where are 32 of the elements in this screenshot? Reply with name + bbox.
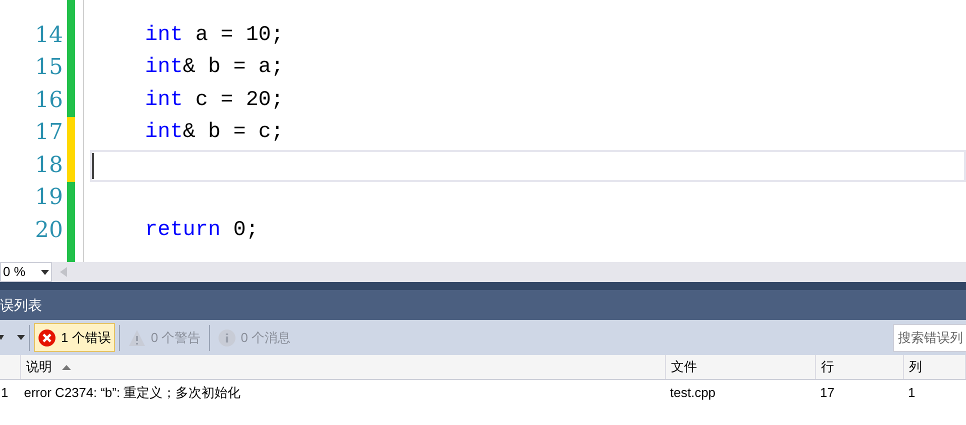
line-number: 20 (35, 216, 64, 244)
code-line: int& b = a; (145, 55, 284, 81)
table-cell-text: 17 (819, 384, 836, 402)
filter-button[interactable]: 1 个错误 (34, 323, 115, 352)
code-line: int a = 10; (145, 22, 284, 48)
code-line: int& b = c; (145, 120, 284, 146)
sort-icon (62, 364, 71, 370)
caret-icon[interactable] (17, 335, 25, 340)
table-cell-text: error C2374: “b”: 重定义；多次初始化 (23, 384, 242, 402)
line-number: 18 (35, 152, 64, 180)
column-header[interactable]: 行 (816, 355, 904, 379)
column-header[interactable]: 说明 (21, 355, 666, 379)
panel-title: 误列表 (0, 296, 42, 314)
line-number: 14 (35, 22, 64, 50)
info-icon (218, 328, 236, 346)
text-cursor (92, 152, 94, 179)
code-line: return 0; (145, 218, 258, 244)
column-header[interactable]: 文件 (666, 355, 816, 379)
line-number: 19 (35, 184, 64, 212)
line-number: 15 (35, 54, 64, 82)
warning-icon (128, 328, 146, 346)
zoom-dropdown[interactable]: 0 % (0, 262, 52, 282)
code-line: int c = 20; (145, 88, 284, 114)
error-icon (38, 328, 56, 346)
table-cell-text: test.cpp (669, 384, 717, 402)
line-number: 17 (35, 119, 64, 147)
table-cell-text: 1 (0, 384, 10, 402)
search-field[interactable]: 搜索错误列 (893, 324, 966, 352)
column-header[interactable]: 列 (904, 355, 966, 379)
table-cell-text: 1 (907, 384, 916, 402)
caret-icon (41, 270, 49, 274)
line-number: 16 (35, 86, 64, 114)
